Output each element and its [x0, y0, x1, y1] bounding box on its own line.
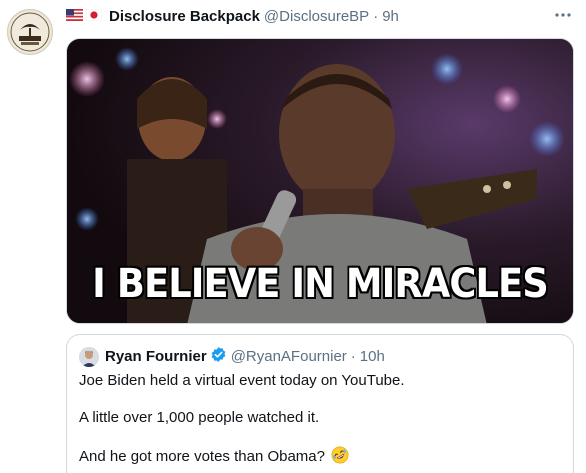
tweet-timestamp[interactable]: 9h [382, 8, 399, 25]
tweet-header: Disclosure Backpack @DisclosureBP · 9h [66, 6, 399, 26]
quoted-separator-dot: · [350, 348, 356, 365]
meme-caption: I BELIEVE IN MIRACLES [92, 261, 549, 307]
separator-dot: · [373, 7, 379, 25]
quoted-avatar[interactable] [79, 346, 99, 367]
us-flag-icon [66, 8, 83, 25]
quoted-text-line-3: And he got more votes than Obama? [79, 446, 349, 468]
karate-logo-icon [9, 11, 51, 53]
quoted-text-line-1: Joe Biden held a virtual event today on … [79, 372, 405, 389]
media-image[interactable]: I BELIEVE IN MIRACLES [66, 38, 574, 324]
quoted-text-line-3-text: And he got more votes than Obama? [79, 448, 325, 465]
author-handle[interactable]: @DisclosureBP [264, 8, 369, 25]
avatar[interactable] [7, 9, 53, 55]
quoted-timestamp[interactable]: 10h [360, 348, 385, 365]
author-name[interactable]: Disclosure Backpack [109, 8, 260, 25]
more-options-icon[interactable] [553, 8, 573, 22]
tweet[interactable]: Disclosure Backpack @DisclosureBP · 9h I… [0, 0, 586, 473]
quoted-author-handle[interactable]: @RyanAFournier [231, 348, 347, 365]
quoted-tweet-header: Ryan Fournier @RyanAFournier · 10h [79, 346, 385, 367]
quoted-tweet[interactable]: Ryan Fournier @RyanAFournier · 10h Joe B… [66, 334, 574, 473]
verified-badge-icon [210, 346, 227, 367]
quoted-author-name[interactable]: Ryan Fournier [105, 348, 207, 365]
quoted-text-line-2: A little over 1,000 people watched it. [79, 409, 320, 426]
rolling-on-floor-laughing-icon [331, 446, 349, 468]
japan-flag-icon [85, 8, 103, 25]
